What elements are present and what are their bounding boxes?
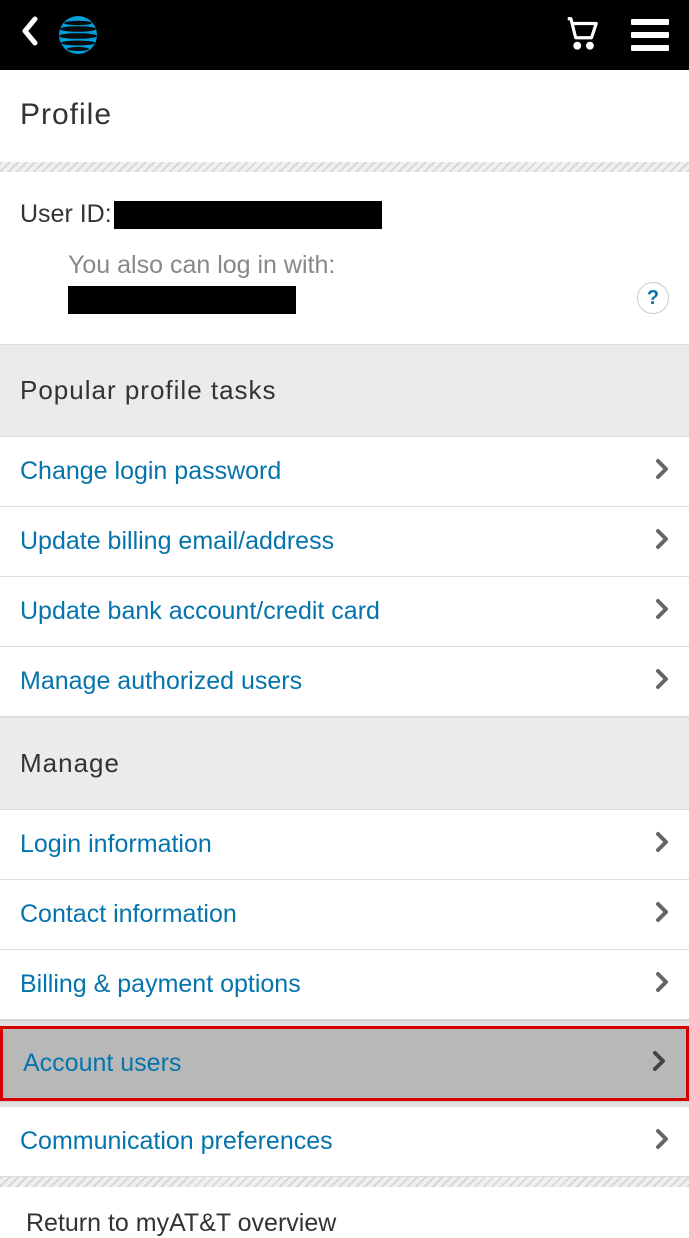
cart-icon[interactable] <box>563 14 601 57</box>
user-id-row: User ID: <box>20 200 669 229</box>
return-overview-link[interactable]: Return to myAT&T overview <box>0 1187 689 1238</box>
list-item-label: Communication preferences <box>20 1127 333 1156</box>
divider <box>0 1177 689 1187</box>
chevron-right-icon <box>655 458 669 486</box>
task-update-bank-card[interactable]: Update bank account/credit card <box>0 577 689 647</box>
page-title-section: Profile <box>0 70 689 162</box>
chevron-right-icon <box>655 1128 669 1156</box>
task-update-billing-email[interactable]: Update billing email/address <box>0 507 689 577</box>
manage-communication-prefs[interactable]: Communication preferences <box>0 1107 689 1177</box>
att-logo-icon[interactable] <box>58 15 98 55</box>
app-header <box>0 0 689 70</box>
list-item-label: Contact information <box>20 900 237 929</box>
task-change-password[interactable]: Change login password <box>0 437 689 507</box>
user-id-value-redacted <box>114 201 382 229</box>
user-id-label: User ID: <box>20 200 112 229</box>
chevron-right-icon <box>655 901 669 929</box>
chevron-right-icon <box>652 1050 666 1078</box>
section-header-manage: Manage <box>0 717 689 810</box>
user-info-section: User ID: You also can log in with: ? <box>0 172 689 344</box>
task-manage-authorized-users[interactable]: Manage authorized users <box>0 647 689 717</box>
list-item-label: Login information <box>20 830 212 859</box>
manage-contact-info[interactable]: Contact information <box>0 880 689 950</box>
list-item-label: Change login password <box>20 457 281 486</box>
list-item-label: Update bank account/credit card <box>20 597 380 626</box>
manage-billing-options[interactable]: Billing & payment options <box>0 950 689 1020</box>
chevron-right-icon <box>655 831 669 859</box>
help-icon[interactable]: ? <box>637 282 669 314</box>
back-icon[interactable] <box>20 16 38 54</box>
list-item-label: Manage authorized users <box>20 667 302 696</box>
chevron-right-icon <box>655 668 669 696</box>
header-right <box>563 14 669 57</box>
chevron-right-icon <box>655 598 669 626</box>
menu-icon[interactable] <box>631 19 669 51</box>
list-item-label: Update billing email/address <box>20 527 334 556</box>
alt-login-value-redacted <box>68 286 296 314</box>
chevron-right-icon <box>655 528 669 556</box>
manage-account-users[interactable]: Account users <box>0 1026 689 1101</box>
section-header-popular: Popular profile tasks <box>0 344 689 437</box>
divider <box>0 162 689 172</box>
page-title: Profile <box>20 98 669 132</box>
list-item-label: Account users <box>23 1049 181 1078</box>
alt-login-text: You also can log in with: <box>68 251 669 280</box>
header-left <box>20 15 98 55</box>
list-item-label: Billing & payment options <box>20 970 301 999</box>
chevron-right-icon <box>655 971 669 999</box>
manage-login-info[interactable]: Login information <box>0 810 689 880</box>
